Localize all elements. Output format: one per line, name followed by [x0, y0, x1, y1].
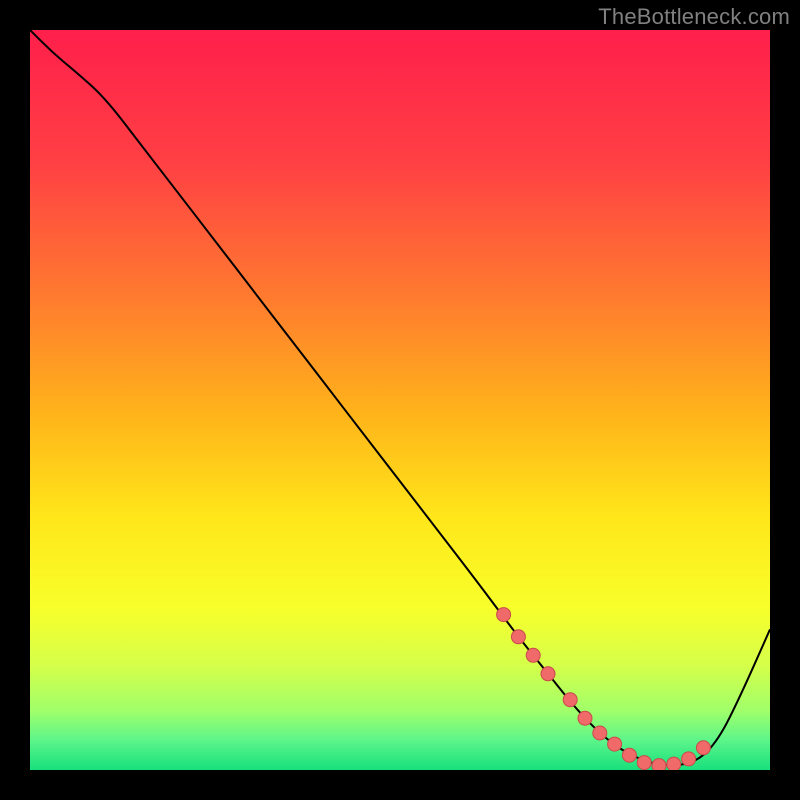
- watermark-text: TheBottleneck.com: [598, 4, 790, 30]
- marker-point: [526, 648, 540, 662]
- marker-point: [578, 711, 592, 725]
- marker-point: [652, 759, 666, 770]
- marker-point: [593, 726, 607, 740]
- marker-point: [667, 757, 681, 770]
- marker-point: [511, 630, 525, 644]
- marker-point: [696, 741, 710, 755]
- marker-point: [622, 748, 636, 762]
- marker-point: [608, 737, 622, 751]
- marker-point: [637, 756, 651, 770]
- chart-svg: [30, 30, 770, 770]
- marker-point: [541, 667, 555, 681]
- gradient-background: [30, 30, 770, 770]
- marker-point: [682, 752, 696, 766]
- marker-point: [497, 608, 511, 622]
- plot-area: [30, 30, 770, 770]
- marker-point: [563, 693, 577, 707]
- chart-frame: TheBottleneck.com: [0, 0, 800, 800]
